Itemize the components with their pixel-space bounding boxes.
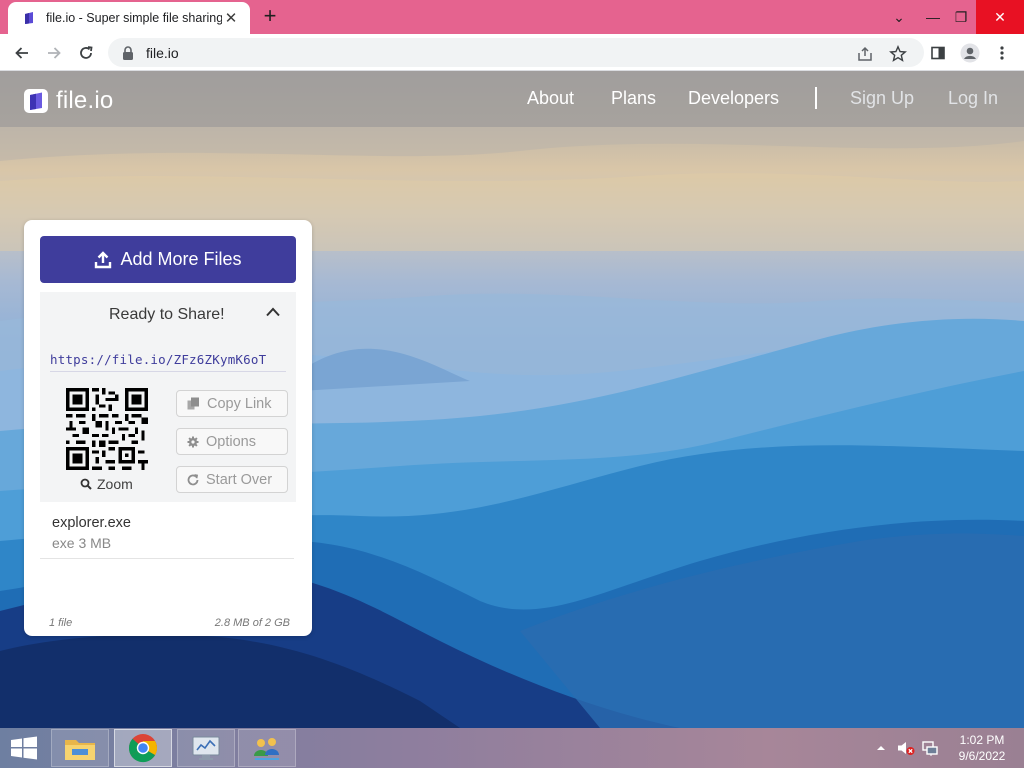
upload-card: Add More Files Ready to Share! https://f… — [24, 220, 312, 636]
taskbar: 1:02 PM 9/6/2022 — [0, 728, 1024, 768]
upload-icon — [95, 250, 112, 268]
close-window-button[interactable]: ✕ — [976, 0, 1024, 34]
nav-log-in[interactable]: Log In — [948, 88, 998, 109]
lock-icon — [123, 45, 133, 60]
clock-time: 1:02 PM — [959, 733, 1005, 747]
start-over-label: Start Over — [206, 471, 273, 488]
zoom-button[interactable]: Zoom — [80, 476, 133, 492]
share-link[interactable]: https://file.io/ZFz6ZKymK6oT — [50, 352, 266, 367]
logo-icon — [24, 89, 48, 113]
file-divider — [40, 558, 294, 559]
web-page: file.io About Plans Developers Sign Up L… — [0, 71, 1024, 728]
logo-text: file.io — [56, 87, 114, 114]
link-underline — [50, 371, 286, 372]
speaker-muted-icon[interactable] — [897, 728, 915, 768]
copy-link-label: Copy Link — [207, 395, 272, 412]
clock-date: 9/6/2022 — [958, 749, 1006, 763]
network-people-icon[interactable] — [238, 729, 296, 767]
add-more-files-label: Add More Files — [120, 249, 242, 269]
menu-icon[interactable] — [989, 40, 1015, 66]
share-panel-header[interactable]: Ready to Share! — [40, 292, 296, 336]
monitor-icon[interactable] — [177, 729, 235, 767]
network-icon[interactable] — [921, 728, 939, 768]
refresh-icon — [187, 473, 199, 485]
tab-strip: file.io - Super simple file sharing ✕ + … — [0, 0, 1024, 34]
browser-toolbar: file.io — [0, 34, 1024, 71]
options-label: Options — [206, 433, 256, 450]
url-text: file.io — [146, 44, 179, 61]
file-count: 1 file — [49, 617, 73, 629]
file-explorer-icon[interactable] — [51, 729, 109, 767]
gear-icon — [187, 436, 199, 447]
star-icon[interactable] — [889, 45, 907, 63]
file-name: explorer.exe — [52, 515, 131, 531]
address-bar[interactable]: file.io — [108, 38, 924, 67]
nav-divider — [815, 87, 817, 109]
reload-icon[interactable] — [73, 40, 99, 66]
qr-code-image[interactable] — [66, 388, 148, 470]
nav-about[interactable]: About — [527, 88, 574, 109]
options-button[interactable]: Options — [176, 428, 288, 455]
start-over-button[interactable]: Start Over — [176, 466, 288, 493]
site-logo[interactable]: file.io — [24, 87, 113, 115]
nav-sign-up[interactable]: Sign Up — [850, 88, 914, 109]
restore-button[interactable]: ❐ — [944, 0, 978, 34]
forward-icon[interactable] — [41, 40, 67, 66]
search-icon — [80, 478, 92, 490]
chevron-up-icon[interactable] — [266, 307, 280, 317]
nav-developers[interactable]: Developers — [688, 88, 779, 109]
copy-icon — [187, 397, 199, 410]
sidepanel-icon[interactable] — [925, 40, 951, 66]
tab-title: file.io - Super simple file sharing — [46, 11, 222, 25]
browser-tab[interactable]: file.io - Super simple file sharing ✕ — [8, 2, 250, 34]
zoom-label: Zoom — [97, 476, 133, 492]
new-tab-button[interactable]: + — [258, 5, 282, 29]
back-icon[interactable] — [9, 40, 35, 66]
tab-search-icon[interactable]: ⌄ — [882, 0, 916, 34]
share-page-icon[interactable] — [856, 45, 874, 63]
add-more-files-button[interactable]: Add More Files — [40, 236, 296, 283]
share-panel: Ready to Share! https://file.io/ZFz6ZKym… — [40, 292, 296, 502]
share-title: Ready to Share! — [109, 306, 225, 323]
profile-icon[interactable] — [957, 40, 983, 66]
tray-arrow-icon[interactable] — [876, 728, 886, 768]
nav-plans[interactable]: Plans — [611, 88, 656, 109]
file-meta: exe 3 MB — [52, 535, 112, 551]
favicon-icon — [25, 12, 33, 24]
chrome-icon[interactable] — [114, 729, 172, 767]
windows-start-icon[interactable] — [4, 730, 44, 766]
copy-link-button[interactable]: Copy Link — [176, 390, 288, 417]
system-clock[interactable]: 1:02 PM 9/6/2022 — [950, 732, 1014, 764]
site-header: file.io About Plans Developers Sign Up L… — [0, 71, 1024, 127]
storage-usage: 2.8 MB of 2 GB — [214, 617, 290, 629]
close-tab-icon[interactable]: ✕ — [222, 9, 240, 27]
